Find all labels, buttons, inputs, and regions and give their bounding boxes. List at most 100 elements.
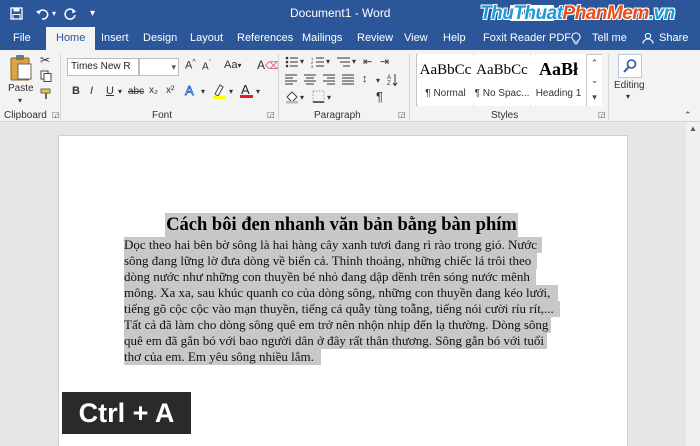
svg-text:A: A [185, 83, 194, 98]
editing-dropdown-icon[interactable]: ▾ [626, 92, 630, 101]
borders-icon[interactable] [312, 90, 325, 106]
cut-icon[interactable]: ✂ [40, 53, 50, 67]
font-color-dropdown-icon[interactable]: ▾ [256, 87, 260, 96]
align-left-icon[interactable] [285, 74, 298, 88]
redo-icon[interactable] [64, 4, 77, 23]
bold-button[interactable]: B [72, 85, 80, 97]
numbering-dropdown-icon[interactable]: ▾ [326, 57, 330, 66]
tab-home[interactable]: Home [46, 27, 96, 50]
divider [60, 54, 61, 120]
tab-mailings[interactable]: Mailings [302, 27, 342, 50]
keyboard-shortcut-label: Ctrl + A [62, 392, 191, 434]
clipboard-group-label: Clipboard [4, 110, 47, 121]
italic-button[interactable]: I [90, 85, 93, 97]
change-case-button[interactable]: Aa▾ [224, 59, 241, 71]
tab-references[interactable]: References [237, 27, 293, 50]
styles-group-label: Styles [491, 110, 519, 121]
svg-text:A: A [241, 82, 250, 97]
line-spacing-dropdown-icon[interactable]: ▾ [376, 76, 380, 85]
undo-dropdown-icon[interactable]: ▾ [52, 4, 56, 23]
justify-icon[interactable] [342, 74, 355, 88]
align-right-icon[interactable] [323, 74, 336, 88]
superscript-button[interactable]: x² [166, 85, 174, 96]
styles-scroll-up-icon[interactable]: ⌃ [586, 55, 602, 72]
styles-scroll-down-icon[interactable]: ⌄ [586, 72, 602, 89]
bullets-dropdown-icon[interactable]: ▾ [300, 57, 304, 66]
collapse-ribbon-icon[interactable]: ⌃ [684, 110, 692, 121]
document-line: quê em đã gắn bó với bao người dân ở đây… [124, 333, 547, 349]
underline-dropdown-icon[interactable]: ▾ [118, 87, 122, 96]
scroll-up-icon[interactable]: ▲ [689, 124, 697, 133]
numbering-icon[interactable]: 123 [311, 56, 325, 71]
tab-file[interactable]: File [13, 27, 31, 50]
tab-foxit-reader-pdf[interactable]: Foxit Reader PDF [483, 27, 571, 50]
tab-layout[interactable]: Layout [190, 27, 223, 50]
style-normal[interactable]: AaBbCc ¶ Normal [418, 54, 473, 106]
grow-font-icon[interactable]: A^ [185, 59, 196, 72]
highlight-dropdown-icon[interactable]: ▾ [229, 87, 233, 96]
document-line: Tất cả đã làm cho dòng sông quê em trở n… [124, 317, 551, 333]
show-formatting-marks-button[interactable]: ¶ [376, 89, 383, 104]
search-icon[interactable] [618, 54, 642, 78]
style-no-spacing[interactable]: AaBbCc ¶ No Spac... [474, 54, 530, 106]
save-icon[interactable] [10, 4, 23, 23]
shading-icon[interactable] [285, 90, 299, 107]
tell-me-search[interactable]: Tell me [592, 27, 627, 50]
line-spacing-icon[interactable]: ↕ [362, 73, 368, 85]
text-effects-icon[interactable]: A [184, 83, 198, 102]
tab-view[interactable]: View [404, 27, 428, 50]
shading-dropdown-icon[interactable]: ▾ [300, 93, 304, 102]
document-title: Document1 - Word [290, 6, 391, 20]
font-size-dropdown-icon[interactable]: ▾ [171, 59, 176, 75]
strikethrough-button[interactable]: abc [128, 86, 144, 97]
align-center-icon[interactable] [304, 74, 317, 88]
multilevel-dropdown-icon[interactable]: ▾ [352, 57, 356, 66]
shrink-font-icon[interactable]: Aˇ [202, 60, 211, 72]
tab-insert[interactable]: Insert [101, 27, 129, 50]
copy-icon[interactable] [40, 70, 52, 85]
font-launcher-icon[interactable]: ◲ [267, 110, 275, 119]
highlight-color-icon[interactable] [212, 83, 226, 103]
styles-more-icon[interactable]: ▾ [586, 89, 602, 106]
bullets-icon[interactable] [285, 56, 299, 71]
paragraph-launcher-icon[interactable]: ◲ [398, 110, 406, 119]
divider [409, 54, 410, 120]
paste-clipboard-icon[interactable] [8, 54, 34, 84]
multilevel-list-icon[interactable] [337, 56, 351, 71]
format-painter-icon[interactable] [40, 88, 53, 103]
sort-icon[interactable]: AZ [387, 73, 398, 89]
editing-button[interactable]: Editing [614, 80, 645, 91]
undo-icon[interactable] [36, 4, 50, 23]
clipboard-launcher-icon[interactable]: ◲ [52, 110, 60, 119]
paste-button[interactable]: Paste [8, 83, 34, 94]
lightbulb-icon[interactable] [571, 27, 581, 50]
font-color-icon[interactable]: A [240, 82, 253, 102]
svg-text:3: 3 [311, 64, 314, 68]
share-user-icon[interactable] [642, 27, 654, 50]
increase-indent-icon[interactable]: ⇥ [380, 55, 389, 68]
font-size-combo[interactable]: ▾ [139, 58, 179, 76]
clear-formatting-icon[interactable]: A⌫ [257, 58, 279, 72]
svg-text:Z: Z [387, 81, 391, 86]
subscript-button[interactable]: x₂ [149, 85, 158, 96]
tab-help[interactable]: Help [443, 27, 466, 50]
tab-design[interactable]: Design [143, 27, 177, 50]
font-group-label: Font [152, 110, 173, 121]
underline-button[interactable]: U [106, 85, 114, 97]
ribbon-tabs: File Home Insert Design Layout Reference… [0, 27, 700, 50]
decrease-indent-icon[interactable]: ⇤ [363, 55, 372, 68]
vertical-scrollbar[interactable]: ▲ [686, 122, 700, 446]
style-heading-1[interactable]: AaBł Heading 1 [531, 54, 586, 106]
paste-dropdown-icon[interactable]: ▾ [18, 96, 22, 105]
customize-toolbar-icon[interactable]: ▾ [90, 4, 95, 23]
share-button[interactable]: Share [659, 27, 688, 50]
tab-review[interactable]: Review [357, 27, 393, 50]
document-heading: Cách bôi đen nhanh văn bản bằng bàn phím [165, 213, 518, 238]
document-line: mông. Xa xa, sau khúc quanh co của dòng … [124, 285, 558, 301]
font-name-combo[interactable]: Times New R [67, 58, 139, 76]
borders-dropdown-icon[interactable]: ▾ [327, 93, 331, 102]
divider [608, 54, 609, 120]
text-effects-dropdown-icon[interactable]: ▾ [201, 87, 205, 96]
title-bar: ▾ ▾ Document1 - Word Sign in ThuThuatPha… [0, 0, 700, 27]
styles-launcher-icon[interactable]: ◲ [598, 110, 606, 119]
